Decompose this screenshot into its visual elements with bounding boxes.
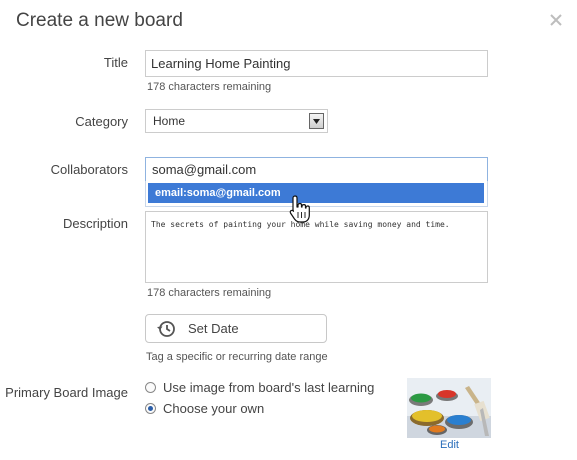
primary-image-label: Primary Board Image (5, 385, 128, 400)
category-select[interactable]: Home (145, 109, 328, 133)
radio-use-last-learning[interactable]: Use image from board's last learning (145, 380, 374, 395)
radio-label: Use image from board's last learning (163, 380, 375, 395)
close-icon (550, 14, 562, 26)
collaborators-label: Collaborators (50, 162, 128, 177)
set-date-label: Set Date (188, 321, 239, 336)
radio-label: Choose your own (163, 401, 265, 416)
collaborators-suggestion-item[interactable]: email:soma@gmail.com (148, 183, 484, 203)
history-clock-icon (157, 320, 175, 337)
description-textarea[interactable]: The secrets of painting your home while … (145, 211, 488, 283)
description-label: Description (62, 216, 128, 231)
hand-pointer-icon (289, 195, 310, 223)
category-selected-value: Home (153, 114, 186, 128)
set-date-button[interactable]: Set Date (145, 314, 327, 343)
title-label: Title (103, 55, 128, 70)
close-button[interactable] (549, 13, 563, 27)
title-input[interactable]: Learning Home Painting (145, 50, 488, 77)
description-remaining-text: 178 characters remaining (147, 287, 272, 299)
radio-button-selected[interactable] (145, 403, 156, 414)
modal-header-title: Create a new board (16, 10, 183, 31)
radio-button[interactable] (145, 382, 156, 393)
chevron-down-icon[interactable] (309, 113, 324, 129)
category-label: Category (75, 114, 128, 129)
date-helper-text: Tag a specific or recurring date range (146, 351, 328, 363)
radio-choose-own[interactable]: Choose your own (145, 401, 264, 416)
board-image-thumbnail[interactable] (407, 378, 491, 438)
title-remaining-text: 178 characters remaining (147, 81, 272, 93)
collaborators-input[interactable]: soma@gmail.com (145, 157, 488, 182)
edit-image-link[interactable]: Edit (440, 439, 459, 451)
